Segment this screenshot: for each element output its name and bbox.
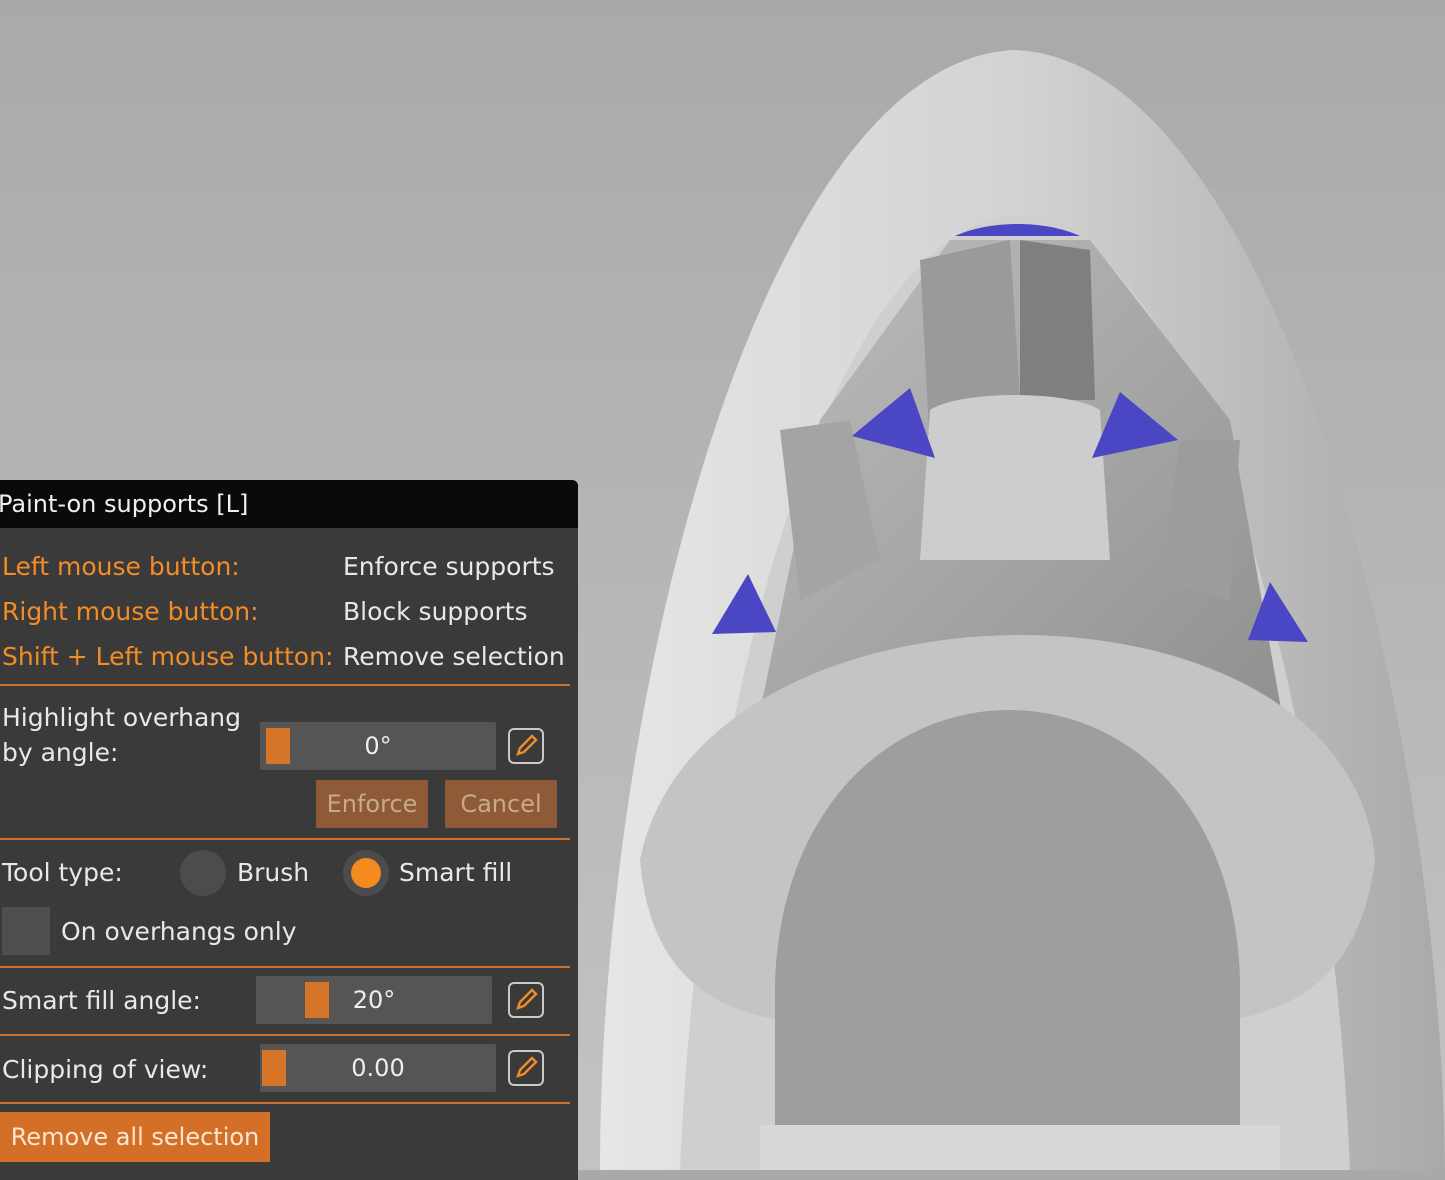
cancel-button[interactable]: Cancel	[445, 780, 557, 828]
brush-radio[interactable]	[180, 850, 226, 896]
smart-fill-angle-slider[interactable]: 20°	[256, 976, 492, 1024]
clipping-value: 0.00	[351, 1054, 405, 1082]
right-mouse-key: Right mouse button:	[2, 597, 259, 626]
smart-fill-radio[interactable]	[343, 850, 389, 896]
separator	[0, 1034, 570, 1036]
overhang-angle-value: 0°	[364, 732, 392, 760]
overhangs-only-label[interactable]: On overhangs only	[61, 917, 297, 946]
left-mouse-key: Left mouse button:	[2, 552, 240, 581]
pencil-icon[interactable]	[508, 982, 544, 1018]
panel-title: Paint-on supports [L]	[0, 480, 578, 528]
clipping-slider[interactable]: 0.00	[260, 1044, 496, 1092]
paint-on-supports-panel: Paint-on supports [L] Left mouse button:…	[0, 480, 578, 1180]
overhang-label-line2: by angle:	[2, 738, 119, 767]
left-mouse-action: Enforce supports	[343, 552, 555, 581]
right-mouse-action: Block supports	[343, 597, 528, 626]
separator	[0, 838, 570, 840]
enforce-button[interactable]: Enforce	[316, 780, 428, 828]
smart-fill-angle-label: Smart fill angle:	[2, 986, 201, 1015]
shift-left-mouse-key: Shift + Left mouse button:	[2, 642, 334, 671]
brush-label[interactable]: Brush	[237, 858, 309, 887]
smart-fill-label[interactable]: Smart fill	[399, 858, 512, 887]
pencil-icon[interactable]	[508, 728, 544, 764]
separator	[0, 684, 570, 686]
overhang-angle-slider[interactable]: 0°	[260, 722, 496, 770]
tool-type-label: Tool type:	[2, 858, 123, 887]
overhangs-only-checkbox[interactable]	[2, 907, 50, 955]
shift-left-mouse-action: Remove selection	[343, 642, 565, 671]
model	[600, 50, 1445, 1170]
smart-fill-angle-value: 20°	[352, 986, 396, 1014]
clipping-label: Clipping of view:	[2, 1055, 209, 1084]
pencil-icon[interactable]	[508, 1050, 544, 1086]
remove-all-selection-button[interactable]: Remove all selection	[0, 1112, 270, 1162]
separator	[0, 966, 570, 968]
overhang-label-line1: Highlight overhang	[2, 703, 242, 732]
separator	[0, 1102, 570, 1104]
